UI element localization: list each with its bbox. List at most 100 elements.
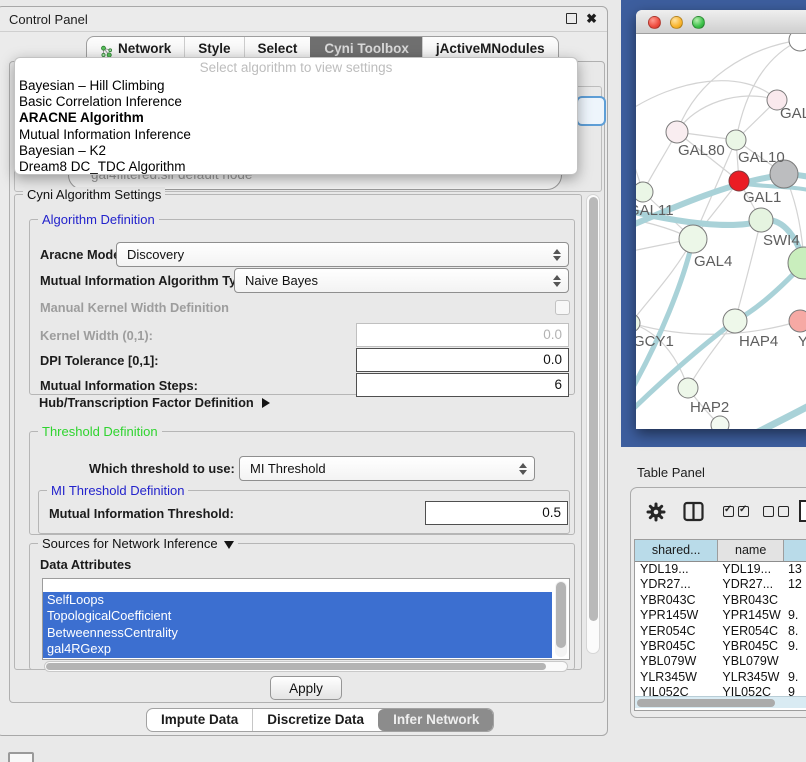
settings-scrollbar[interactable]: [586, 194, 600, 654]
network-node-gal1[interactable]: [729, 171, 749, 191]
which-threshold-combo[interactable]: MI Threshold: [239, 456, 535, 481]
network-node[interactable]: [711, 416, 729, 429]
sources-group-title: Sources for Network Inference: [38, 536, 238, 551]
network-icon: [100, 42, 113, 55]
table-hscrollbar[interactable]: [635, 696, 806, 708]
hub-definition-toggle[interactable]: Hub/Transcription Factor Definition: [39, 395, 270, 410]
network-node-gcy1[interactable]: [636, 314, 640, 332]
network-node-hap4[interactable]: [723, 309, 747, 333]
bottom-left-panel-icon[interactable]: [8, 752, 34, 762]
column-header-name[interactable]: name: [718, 540, 784, 561]
scrollbar-thumb[interactable]: [556, 582, 566, 648]
expand-right-icon: [262, 398, 270, 408]
column-header-2[interactable]: [784, 540, 806, 561]
scrollbar-thumb[interactable]: [46, 663, 546, 670]
table-panel-window: shared...name YDL19...YDL19...13YDR27...…: [630, 487, 806, 718]
aracne-mode-combo[interactable]: Discovery: [116, 242, 569, 267]
mi-threshold-group: MI Threshold Definition Mutual Informati…: [38, 490, 570, 534]
attribute-list-hscrollbar[interactable]: [44, 661, 568, 672]
which-threshold-label: Which threshold to use:: [89, 456, 234, 481]
document-icon[interactable]: [798, 499, 806, 528]
float-icon[interactable]: [566, 13, 577, 24]
table-row[interactable]: YBR045CYBR045C9.: [635, 639, 806, 654]
network-node-hap2[interactable]: [678, 378, 698, 398]
network-node-gal4[interactable]: [679, 225, 707, 253]
network-node-y[interactable]: [789, 310, 806, 332]
dpi-tolerance-field[interactable]: 0.0: [356, 348, 569, 372]
table-row[interactable]: YPR145WYPR145W9.: [635, 608, 806, 623]
network-window-titlebar[interactable]: [636, 10, 806, 34]
mi-algorithm-type-combo[interactable]: Naive Bayes: [234, 268, 569, 293]
network-edge[interactable]: [752, 400, 806, 429]
mi-threshold-field[interactable]: 0.5: [425, 501, 568, 525]
apply-button[interactable]: Apply: [270, 676, 342, 700]
checked-checkbox[interactable]: [738, 506, 749, 517]
manual-kernel-checkbox[interactable]: [555, 300, 570, 315]
bottom-tab-infer-network[interactable]: Infer Network: [378, 709, 493, 731]
attribute-list-scrollbar[interactable]: [555, 581, 567, 657]
bottom-tab-impute-data[interactable]: Impute Data: [147, 709, 252, 731]
algorithm-dropdown: Select algorithm to view settings Bayesi…: [14, 57, 578, 175]
table-cell: YPR145W: [635, 608, 718, 623]
network-node-gal11[interactable]: [636, 182, 653, 202]
network-node-gal80[interactable]: [666, 121, 688, 143]
close-traffic-light[interactable]: [648, 16, 661, 29]
algorithm-option-bayesian-hill-climbing[interactable]: Bayesian – Hill Climbing: [15, 78, 577, 94]
columns-icon[interactable]: [683, 501, 704, 527]
attribute-item-selfloops[interactable]: SelfLoops: [43, 592, 552, 608]
scrollbar-thumb[interactable]: [589, 197, 598, 621]
algorithm-option-basic-correlation-inference[interactable]: Basic Correlation Inference: [15, 94, 577, 110]
table-cell: YBR043C: [718, 593, 784, 608]
bottom-tab-label: Discretize Data: [267, 712, 364, 727]
minimize-traffic-light[interactable]: [670, 16, 683, 29]
mi-steps-field[interactable]: 6: [356, 373, 569, 397]
threshold-definition-group: Threshold Definition Which threshold to …: [29, 431, 575, 535]
algorithm-option-mutual-information-inference[interactable]: Mutual Information Inference: [15, 127, 577, 143]
node-label-gal1: GAL1: [743, 189, 781, 206]
aracne-mode-value: Discovery: [127, 247, 184, 262]
bottom-tab-discretize-data[interactable]: Discretize Data: [252, 709, 378, 731]
network-node[interactable]: [789, 34, 806, 51]
algorithm-option-dream8-dc-tdc-algorithm[interactable]: Dream8 DC_TDC Algorithm: [15, 159, 577, 175]
dpi-tolerance-label: DPI Tolerance [0,1]:: [40, 348, 159, 373]
network-node-gal10[interactable]: [726, 130, 746, 150]
table-cell: YER054C: [718, 624, 784, 639]
cyni-algorithm-settings-group: Cyni Algorithm Settings Algorithm Defini…: [14, 194, 582, 670]
scrollbar-thumb[interactable]: [637, 699, 775, 707]
unchecked-checkbox[interactable]: [778, 506, 789, 517]
threshold-definition-title: Threshold Definition: [38, 424, 162, 439]
gear-icon[interactable]: [646, 502, 666, 527]
table-row[interactable]: YDL19...YDL19...13: [635, 562, 806, 577]
attribute-item-gal4rgexp[interactable]: gal4RGexp: [43, 641, 552, 657]
network-edge[interactable]: [736, 40, 800, 140]
data-attributes-list[interactable]: SelfLoopsTopologicalCoefficientBetweenne…: [42, 578, 570, 660]
table-row[interactable]: YBR043CYBR043C: [635, 593, 806, 608]
table-row[interactable]: YLR345WYLR345W9.: [635, 670, 806, 685]
column-header-shared[interactable]: shared...: [635, 540, 718, 561]
zoom-traffic-light[interactable]: [692, 16, 705, 29]
algorithm-definition-title: Algorithm Definition: [38, 212, 159, 227]
node-label-gal80: GAL80: [678, 142, 725, 159]
manual-kernel-label: Manual Kernel Width Definition: [40, 295, 229, 320]
close-icon[interactable]: ✖: [586, 12, 597, 25]
network-node-swi4[interactable]: [749, 208, 773, 232]
table-row[interactable]: YBL079WYBL079W: [635, 654, 806, 669]
table-row[interactable]: YER054CYER054C8.: [635, 624, 806, 639]
algorithm-option-aracne-algorithm[interactable]: ARACNE Algorithm: [15, 110, 577, 126]
panel-title: Control Panel: [9, 12, 88, 27]
kernel-width-field[interactable]: 0.0: [356, 323, 569, 347]
table-cell: YBR043C: [635, 593, 718, 608]
network-edge[interactable]: [636, 239, 693, 323]
attribute-item-betweennesscentrality[interactable]: BetweennessCentrality: [43, 625, 552, 641]
table-row[interactable]: YDR27...YDR27...12: [635, 577, 806, 592]
network-edge[interactable]: [636, 239, 693, 396]
table-cell: 9.: [784, 639, 806, 654]
attribute-item-topologicalcoefficient[interactable]: TopologicalCoefficient: [43, 608, 552, 624]
node-label-gal4: GAL4: [694, 253, 732, 270]
unchecked-checkbox[interactable]: [763, 506, 774, 517]
checked-checkbox[interactable]: [723, 506, 734, 517]
algorithm-option-bayesian-k2[interactable]: Bayesian – K2: [15, 143, 577, 159]
network-canvas[interactable]: GALGAL80GAL10GAL1GAL11SWI4GAL4GCY1HAP4YH…: [636, 34, 806, 429]
screen: Control Panel ✖ NetworkStyleSelectCyni T…: [0, 0, 806, 762]
algorithm-dropdown-list: Bayesian – Hill ClimbingBasic Correlatio…: [15, 78, 577, 175]
